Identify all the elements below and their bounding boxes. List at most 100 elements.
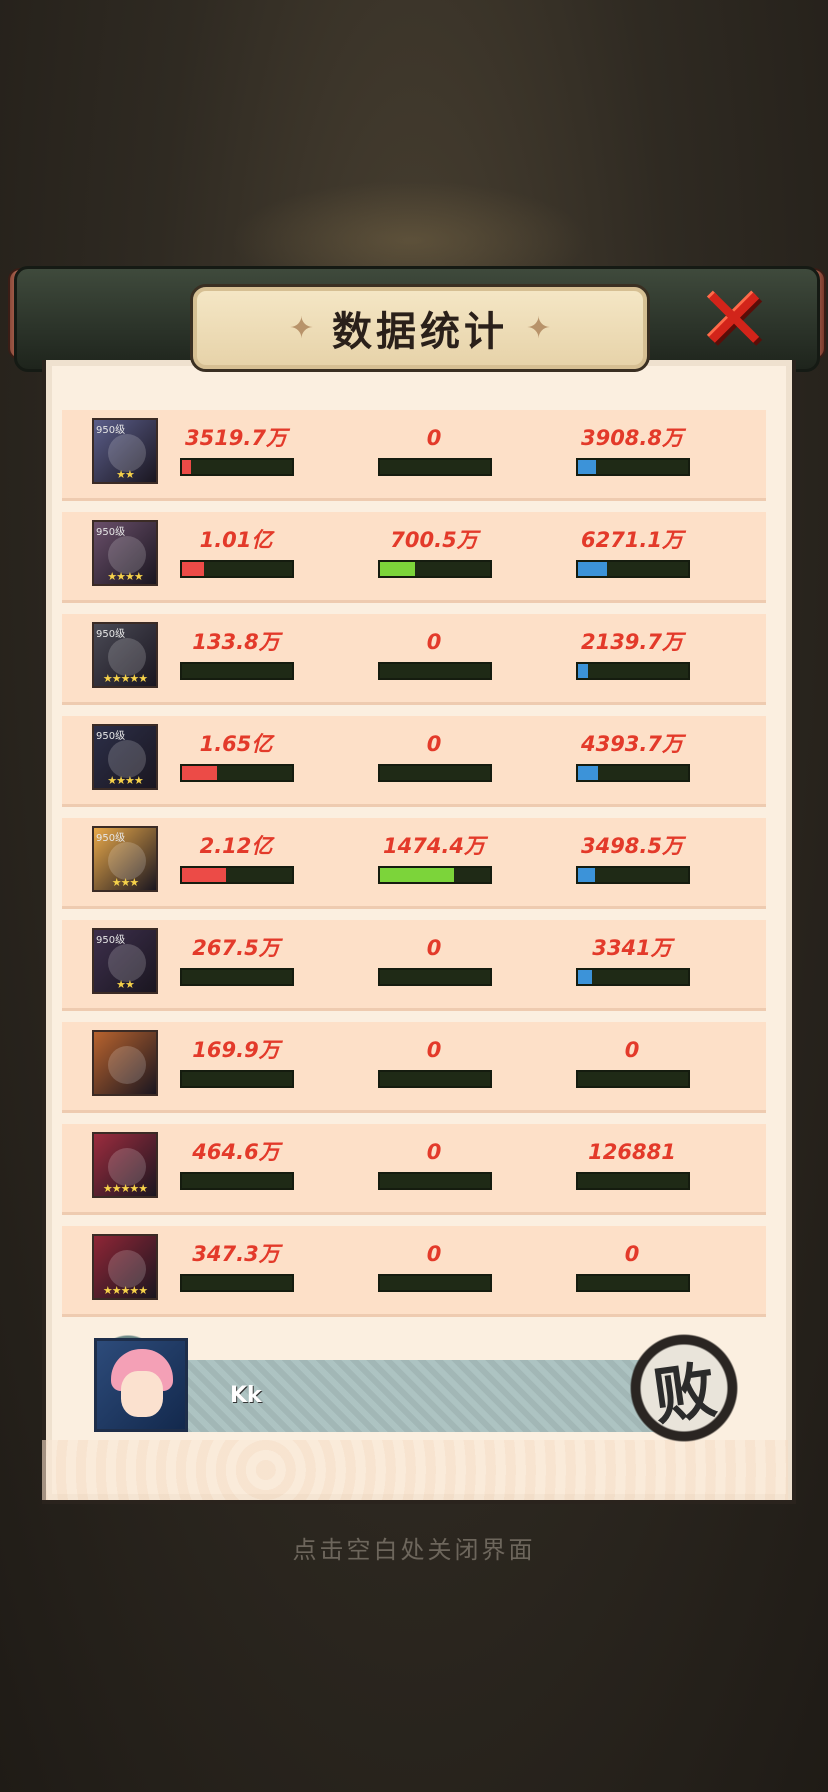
damage-taken-bar [576, 1070, 690, 1088]
heal-bar [378, 968, 492, 986]
damage-value: 133.8万 [192, 630, 280, 654]
hero-face [108, 1046, 146, 1084]
heal-value: 1474.4万 [382, 834, 486, 858]
panel-title: 数据统计 [332, 308, 508, 355]
stat-row: 169.9万 0 0 [62, 1022, 766, 1113]
damage-cell: 169.9万 [180, 1036, 294, 1088]
damage-taken-bar-fill [578, 460, 596, 474]
damage-bar [180, 560, 294, 578]
heal-cell: 0 [378, 730, 492, 782]
damage-bar-fill [182, 460, 191, 474]
damage-value: 1.65亿 [199, 732, 273, 756]
heal-cell: 1474.4万 [378, 832, 492, 884]
heal-value: 0 [426, 1038, 442, 1062]
damage-cell: 2.12亿 [180, 832, 294, 884]
avatar-face [121, 1371, 163, 1417]
heal-bar [378, 560, 492, 578]
hero-level: 950级 [96, 527, 126, 538]
star-rating: ★★★ [111, 876, 140, 889]
damage-taken-bar-fill [578, 766, 598, 780]
hero-portrait: 950级 ★★★ [92, 826, 158, 892]
star-rating: ★★★★★ [102, 672, 148, 685]
heal-value: 0 [426, 936, 442, 960]
heal-bar [378, 866, 492, 884]
star-rating: ★★★★★ [102, 1182, 148, 1195]
damage-taken-bar-fill [578, 868, 595, 882]
stat-row: ★★★★★ 464.6万 0 126881 [62, 1124, 766, 1215]
close-button[interactable]: ✕ [694, 270, 774, 370]
damage-cell: 267.5万 [180, 934, 294, 986]
damage-cell: 1.65亿 [180, 730, 294, 782]
damage-taken-cell: 4393.7万 [576, 730, 690, 782]
damage-bar [180, 1274, 294, 1292]
heal-bar-fill [380, 868, 454, 882]
star-rating: ★★★★ [107, 570, 143, 583]
damage-taken-value: 3908.8万 [580, 426, 684, 450]
damage-taken-bar [576, 866, 690, 884]
hero-portrait: 950级 ★★★★ [92, 520, 158, 586]
hero-face [108, 842, 146, 880]
result-label: 败 [648, 1352, 721, 1434]
hero-face [108, 1250, 146, 1288]
heal-bar [378, 764, 492, 782]
damage-taken-value: 4393.7万 [580, 732, 684, 756]
heal-value: 0 [426, 630, 442, 654]
damage-value: 1.01亿 [199, 528, 273, 552]
close-hint[interactable]: 点击空白处关闭界面 [0, 1530, 828, 1565]
heal-cell: 700.5万 [378, 526, 492, 578]
paper-cloud-pattern [42, 1440, 788, 1500]
hero-portrait: 950级 ★★ [92, 928, 158, 994]
damage-bar [180, 1070, 294, 1088]
hero-portrait [92, 1030, 158, 1096]
stat-row: 950级 ★★★★ 1.65亿 0 4393.7万 [62, 716, 766, 807]
heal-bar [378, 1172, 492, 1190]
damage-bar [180, 458, 294, 476]
damage-taken-cell: 2139.7万 [576, 628, 690, 680]
hero-face [108, 740, 146, 778]
hero-level: 950级 [96, 425, 126, 436]
hero-portrait: 950级 ★★ [92, 418, 158, 484]
heal-value: 0 [426, 1242, 442, 1266]
damage-bar [180, 662, 294, 680]
close-x-icon: ✕ [697, 270, 771, 370]
heal-bar [378, 662, 492, 680]
title-plate: ✦ 数据统计 ✦ [190, 284, 650, 372]
heal-value: 0 [426, 732, 442, 756]
player-avatar [94, 1338, 188, 1432]
damage-taken-bar [576, 1172, 690, 1190]
damage-taken-cell: 6271.1万 [576, 526, 690, 578]
hero-portrait: 950级 ★★★★★ [92, 622, 158, 688]
damage-bar [180, 1172, 294, 1190]
hero-face [108, 638, 146, 676]
damage-taken-cell: 126881 [576, 1138, 690, 1190]
heal-bar [378, 458, 492, 476]
damage-taken-cell: 3341万 [576, 934, 690, 986]
damage-cell: 464.6万 [180, 1138, 294, 1190]
damage-taken-bar-fill [578, 664, 588, 678]
star-rating: ★★ [116, 468, 135, 481]
damage-cell: 3519.7万 [180, 424, 294, 476]
heal-cell: 0 [378, 1138, 492, 1190]
heal-cell: 0 [378, 628, 492, 680]
damage-taken-cell: 3908.8万 [576, 424, 690, 476]
heal-bar [378, 1070, 492, 1088]
damage-taken-value: 3498.5万 [580, 834, 684, 858]
damage-cell: 133.8万 [180, 628, 294, 680]
heal-cell: 0 [378, 934, 492, 986]
heal-cell: 0 [378, 1240, 492, 1292]
damage-taken-bar [576, 1274, 690, 1292]
hero-level: 950级 [96, 935, 126, 946]
damage-bar-fill [182, 868, 226, 882]
player-banner [150, 1360, 670, 1432]
damage-taken-bar-fill [578, 562, 607, 576]
stat-row: 950级 ★★★★★ 133.8万 0 2139.7万 [62, 614, 766, 705]
star-rating: ★★★★★ [102, 1284, 148, 1297]
damage-bar [180, 866, 294, 884]
shuriken-icon: ✦ [526, 310, 552, 346]
hero-face [108, 944, 146, 982]
damage-taken-value: 0 [624, 1038, 640, 1062]
player-name: Kk [230, 1383, 262, 1408]
damage-bar [180, 968, 294, 986]
stat-row: 950级 ★★★★ 1.01亿 700.5万 6271.1万 [62, 512, 766, 603]
damage-taken-cell: 0 [576, 1036, 690, 1088]
